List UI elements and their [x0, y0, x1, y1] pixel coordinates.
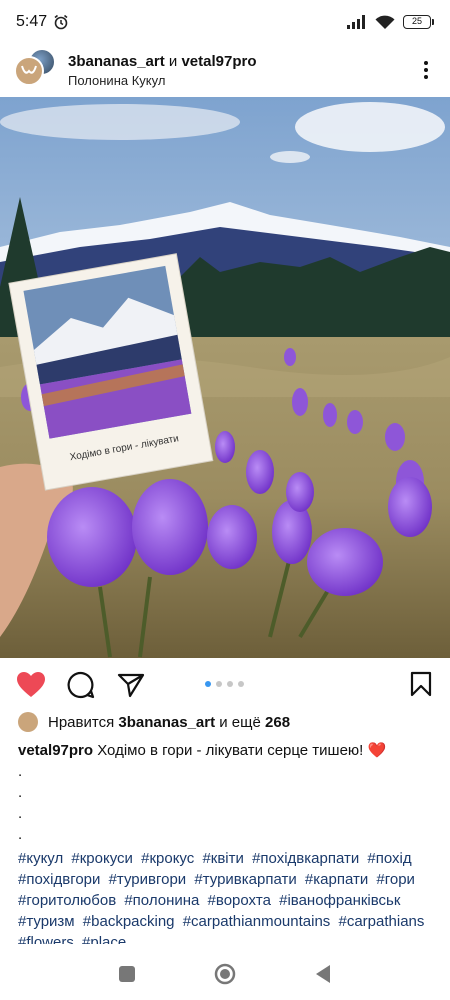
hashtag[interactable]: #carpathians [338, 913, 424, 930]
recents-square-icon[interactable] [118, 965, 136, 983]
carousel-dot-3 [227, 681, 233, 687]
back-triangle-icon[interactable] [314, 964, 332, 984]
bookmark-icon[interactable] [410, 671, 432, 702]
share-send-icon[interactable] [114, 668, 148, 702]
hashtag[interactable]: #кукул [18, 850, 63, 867]
collab-avatars[interactable] [14, 48, 58, 92]
post-header: 3bananas_art и vetal97pro Полонина Кукул [0, 44, 450, 96]
like-heart-icon[interactable] [14, 668, 48, 702]
post-users[interactable]: 3bananas_art и vetal97pro [68, 53, 257, 70]
comment-icon[interactable] [64, 668, 98, 702]
hashtag[interactable]: #похідвкарпати [252, 850, 359, 867]
likes-avatar [18, 712, 38, 732]
hashtag[interactable]: #карпати [305, 871, 368, 888]
status-bar: 5:47 25 [0, 0, 450, 44]
caption-text: Ходімо в гори - лікувати серце тишею! ❤️ [97, 742, 387, 759]
hashtag[interactable]: #carpathianmountains [183, 913, 331, 930]
hashtag[interactable]: #туривкарпати [194, 871, 296, 888]
likes-summary[interactable]: Нравится 3bananas_art и ещё 268 [18, 712, 290, 732]
post-photo[interactable]: Ходімо в гори - лікувати [0, 97, 450, 658]
hashtag[interactable]: #горитолюбов [18, 892, 116, 909]
hashtag[interactable]: #квіти [202, 850, 243, 867]
caption-main: vetal97pro Ходімо в гори - лікувати серц… [18, 740, 440, 761]
users-conjunction: и [168, 52, 178, 70]
hashtag[interactable]: #полонина [124, 892, 199, 909]
hashtag[interactable]: #flowers [18, 934, 74, 944]
hashtag[interactable]: #ворохта [208, 892, 271, 909]
carousel-indicator [205, 681, 244, 687]
system-nav-bar [0, 948, 450, 1000]
caption: vetal97pro Ходімо в гори - лікувати серц… [18, 740, 440, 845]
caption-dot-line: . [18, 826, 23, 843]
username-primary[interactable]: 3bananas_art [68, 53, 165, 70]
wifi-icon [375, 15, 395, 29]
battery-level: 25 [403, 15, 431, 29]
likes-middle: и ещё [219, 713, 261, 731]
action-bar [0, 662, 450, 708]
avatar-primary[interactable] [14, 56, 44, 86]
post-location[interactable]: Полонина Кукул [68, 73, 257, 88]
hashtag[interactable]: #туризм [18, 913, 75, 930]
carousel-dot-2 [216, 681, 222, 687]
caption-dot-line: . [18, 763, 23, 780]
hashtag[interactable]: #backpacking [83, 913, 175, 930]
hashtag[interactable]: #похідвгори [18, 871, 100, 888]
likes-prefix: Нравится [48, 713, 115, 731]
carousel-dot-1 [205, 681, 211, 687]
status-time: 5:47 [16, 13, 48, 30]
carousel-dot-4 [238, 681, 244, 687]
signal-icon [347, 15, 365, 29]
hashtag[interactable]: #крокуси [71, 850, 133, 867]
caption-dot-line: . [18, 805, 23, 822]
hashtag[interactable]: #туривгори [109, 871, 187, 888]
likes-count[interactable]: 268 [265, 714, 290, 731]
alarm-icon [54, 14, 68, 30]
battery-icon: 25 [403, 15, 434, 29]
likes-user[interactable]: 3bananas_art [118, 714, 215, 731]
hashtag[interactable]: #place [82, 934, 126, 944]
caption-dot-lines: . . . . [18, 761, 440, 845]
home-circle-icon[interactable] [214, 963, 236, 985]
hashtag[interactable]: #гори [376, 871, 415, 888]
hashtag[interactable]: #іванофранківськ [279, 892, 400, 909]
more-options-icon[interactable] [416, 55, 436, 85]
username-secondary[interactable]: vetal97pro [181, 53, 256, 70]
caption-author[interactable]: vetal97pro [18, 742, 93, 759]
caption-dot-line: . [18, 784, 23, 801]
hashtag[interactable]: #крокус [141, 850, 194, 867]
hashtag[interactable]: #похід [367, 850, 411, 867]
hashtags: #кукул #крокуси #крокус #квіти #похідвка… [18, 848, 448, 944]
